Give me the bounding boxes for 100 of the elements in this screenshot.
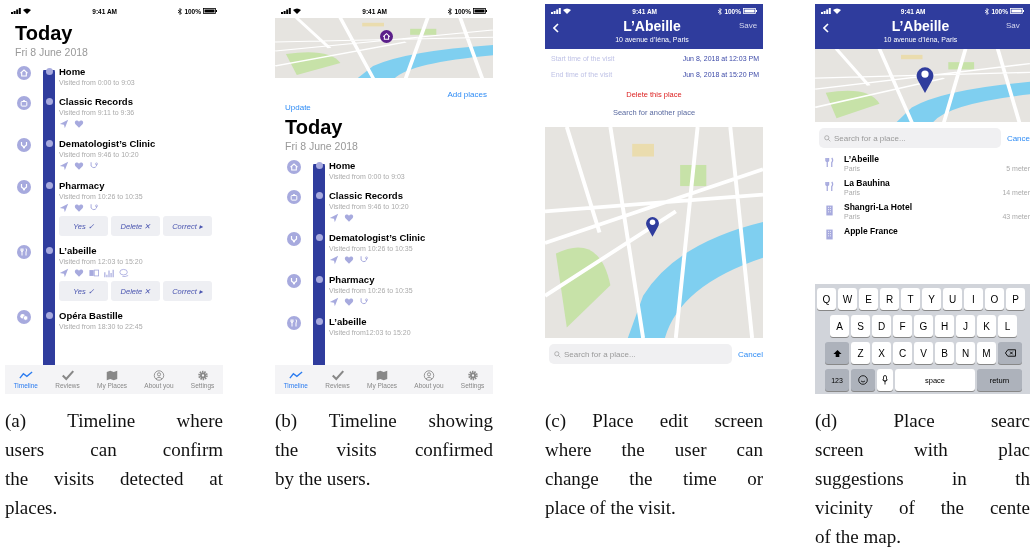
key[interactable]: U	[943, 288, 962, 310]
place-name: Pharmacy	[59, 180, 106, 192]
paper-plane-icon[interactable]	[59, 268, 69, 278]
back-chevron-icon[interactable]	[823, 23, 829, 33]
wifi-icon	[293, 8, 301, 14]
paper-plane-icon[interactable]	[59, 203, 69, 213]
stethoscope-icon[interactable]	[89, 203, 99, 213]
key[interactable]: R	[880, 288, 899, 310]
key[interactable]: G	[914, 315, 933, 337]
stethoscope-icon	[17, 180, 31, 194]
stethoscope-icon[interactable]	[89, 161, 99, 171]
page-title: Today	[285, 116, 344, 139]
key[interactable]: Q	[817, 288, 836, 310]
stethoscope-icon	[287, 232, 301, 246]
paper-plane-icon[interactable]	[329, 297, 339, 307]
figure-caption: (b) Timeline showing the visits confirmed by the users.	[275, 409, 493, 491]
key[interactable]: I	[964, 288, 983, 310]
house-icon	[17, 66, 31, 80]
key[interactable]: B	[935, 342, 954, 364]
key[interactable]: L	[998, 315, 1017, 337]
shift-key[interactable]	[825, 342, 849, 364]
speech-bubbles-icon[interactable]	[119, 268, 129, 278]
search-field[interactable]: Search for a place...	[549, 344, 733, 364]
key[interactable]: K	[977, 315, 996, 337]
heart-icon[interactable]	[344, 297, 354, 307]
key[interactable]: M	[977, 342, 996, 364]
timeline-dot	[45, 312, 53, 319]
key[interactable]: F	[893, 315, 912, 337]
bar-chart-icon[interactable]	[104, 268, 114, 278]
key[interactable]: Z	[851, 342, 870, 364]
paper-plane-icon[interactable]	[59, 119, 69, 129]
place-name[interactable]: Apple France	[844, 226, 1030, 236]
timeline-dot	[315, 234, 323, 241]
battery-icon	[473, 8, 487, 14]
place-name[interactable]: L’Abeille	[844, 154, 1030, 164]
paper-plane-icon[interactable]	[59, 161, 69, 171]
update-link[interactable]: Update	[285, 103, 311, 112]
key[interactable]: E	[859, 288, 878, 310]
key[interactable]: T	[901, 288, 920, 310]
trend-line-icon	[18, 370, 33, 381]
heart-icon[interactable]	[344, 213, 354, 223]
heart-icon[interactable]	[74, 161, 84, 171]
paper-plane-icon[interactable]	[329, 255, 339, 265]
location-pin-icon[interactable]	[645, 215, 660, 237]
cancel-link[interactable]: Cance	[1006, 133, 1030, 143]
key[interactable]: A	[830, 315, 849, 337]
emoji-key[interactable]	[851, 369, 875, 391]
shopping-bag-icon	[17, 96, 31, 110]
place-name[interactable]: Shangri-La Hotel	[844, 202, 1030, 212]
key[interactable]: O	[985, 288, 1004, 310]
save-link[interactable]: Sav	[1006, 21, 1030, 30]
signal-icon	[821, 8, 831, 14]
place-name: L’abeille	[59, 245, 98, 257]
key[interactable]: D	[872, 315, 891, 337]
key[interactable]: Y	[922, 288, 941, 310]
cancel-link[interactable]: Cancel	[738, 349, 763, 359]
key[interactable]: N	[956, 342, 975, 364]
person-circle-icon	[151, 370, 166, 381]
fork-knife-icon	[825, 157, 834, 168]
bluetooth-icon	[448, 7, 453, 15]
search-field[interactable]: Search for a place...	[819, 128, 1001, 148]
key[interactable]: P	[1006, 288, 1025, 310]
microphone-key[interactable]	[877, 369, 893, 391]
gear-icon	[195, 370, 210, 381]
figure-caption: (d) Place searc screen with plac suggestions in th vicinity of the cente of the map.	[815, 409, 1030, 549]
heart-icon[interactable]	[344, 255, 354, 265]
heart-icon[interactable]	[74, 203, 84, 213]
stethoscope-icon[interactable]	[359, 255, 369, 265]
heart-icon[interactable]	[74, 268, 84, 278]
paper-plane-icon[interactable]	[329, 213, 339, 223]
place-name: Classic Records	[329, 190, 404, 202]
save-link[interactable]: Save	[739, 21, 763, 30]
battery-icon	[743, 8, 757, 14]
bluetooth-icon	[985, 7, 990, 15]
backspace-icon	[1004, 349, 1016, 357]
person-circle-icon	[421, 370, 436, 381]
backspace-key[interactable]	[998, 342, 1022, 364]
house-pin-icon[interactable]	[380, 30, 393, 43]
key[interactable]: V	[914, 342, 933, 364]
heart-icon[interactable]	[74, 119, 84, 129]
figure-caption: (a) Timeline where users can confirm the visits detected at places.	[5, 409, 223, 520]
key[interactable]: W	[838, 288, 857, 310]
place-title: L’Abeille	[891, 18, 950, 34]
key[interactable]: X	[872, 342, 891, 364]
location-pin-icon[interactable]	[915, 65, 935, 93]
place-name[interactable]: La Bauhina	[844, 178, 1030, 188]
fork-knife-icon	[825, 181, 834, 192]
trend-line-icon	[288, 370, 303, 381]
key[interactable]: J	[956, 315, 975, 337]
stethoscope-icon[interactable]	[359, 297, 369, 307]
place-name: Opéra Bastille	[59, 310, 124, 322]
key[interactable]: C	[893, 342, 912, 364]
key[interactable]: H	[935, 315, 954, 337]
place-name: Pharmacy	[329, 274, 376, 286]
page-title: Today	[15, 22, 74, 45]
place-name: Classic Records	[59, 96, 134, 108]
fork-knife-icon	[287, 316, 301, 330]
back-chevron-icon[interactable]	[553, 23, 559, 33]
add-places-link[interactable]: Add places	[447, 90, 487, 99]
key[interactable]: S	[851, 315, 870, 337]
